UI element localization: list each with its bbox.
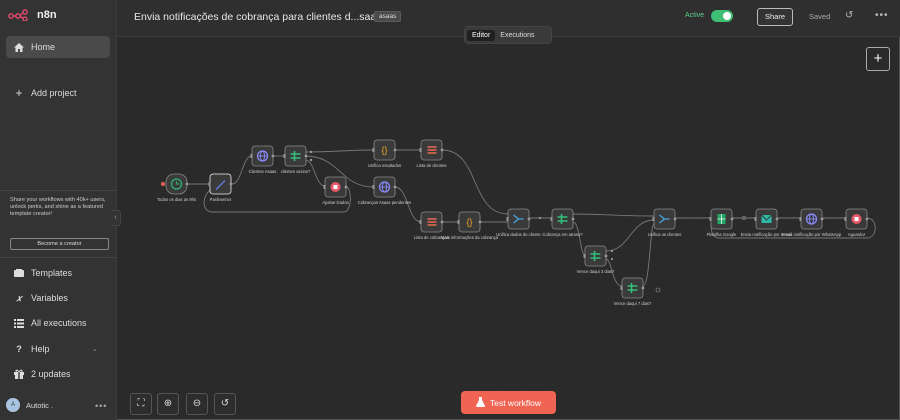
n8n-logo-icon	[8, 9, 28, 21]
node-label: Planilha Google	[707, 232, 737, 237]
stop-icon	[851, 214, 862, 224]
node-lista_cli[interactable]: Lista de clientes	[416, 139, 447, 168]
sidebar-item-label: 2 updates	[31, 369, 71, 379]
code-icon: {}	[381, 145, 387, 155]
node-label: Ajustar Dados	[322, 200, 348, 205]
svg-text:{}: {}	[466, 217, 472, 227]
sidebar-item-home[interactable]: Home	[6, 36, 110, 58]
sidebar-item-label: Variables	[31, 293, 68, 303]
chevron-down-icon: ⌄	[92, 346, 98, 353]
node-stop[interactable]: Aguardar	[844, 208, 869, 237]
node-ajustar[interactable]: Ajustar Dados	[322, 176, 349, 205]
variables-icon: 𝑥	[16, 292, 22, 303]
become-creator-button[interactable]: Become a creator	[10, 238, 109, 250]
node-label: Lista de clientes	[416, 163, 446, 168]
sidebar-item-help[interactable]: ? Help ⌄	[6, 340, 110, 358]
sidebar-item-updates[interactable]: 2 updates	[6, 365, 110, 383]
node-label: clientes vazios?	[281, 169, 311, 174]
user-name: Autotic .	[26, 400, 54, 410]
node-clientes[interactable]: Clientes Asaas	[249, 145, 277, 174]
promo-text: Share your workflows with 40k+ users, un…	[10, 197, 106, 217]
app-logo[interactable]: n8n	[8, 9, 57, 21]
help-icon: ?	[16, 344, 22, 354]
node-label: Parâmetros	[210, 197, 232, 202]
sidebar-item-add-project[interactable]: + Add project	[6, 82, 110, 104]
node-label: Vence daqui 7 dias?	[614, 301, 652, 306]
history-icon[interactable]: ↺	[845, 10, 853, 21]
executions-icon	[13, 318, 25, 328]
node-label: Cobranças Asaas pendentes	[358, 200, 412, 205]
zoom-out-icon[interactable]: ⊖	[186, 393, 208, 415]
sheet-icon	[717, 214, 726, 224]
sidebar-item-variables[interactable]: 𝑥 Variables	[6, 289, 110, 307]
active-toggle[interactable]	[711, 10, 733, 22]
node-label: Cobrança em atraso?	[542, 232, 583, 237]
svg-text:{}: {}	[381, 145, 387, 155]
node-label: Todos os dias as 9hs	[157, 197, 196, 202]
node-label: Unifica resultados	[368, 163, 401, 168]
sidebar-item-label: All executions	[31, 318, 87, 328]
home-icon	[13, 42, 25, 52]
sidebar-item-templates[interactable]: Templates	[6, 264, 110, 282]
share-button[interactable]: Share	[757, 8, 793, 26]
test-workflow-label: Test workflow	[489, 397, 541, 408]
code-icon: {}	[466, 217, 472, 227]
node-label: Mais informações da cobrança	[441, 235, 499, 240]
more-options-icon[interactable]: •••	[875, 10, 889, 21]
add-node-button[interactable]: +	[866, 47, 890, 71]
node-label: Clientes Asaas	[249, 169, 277, 174]
node-params[interactable]: Parâmetros	[208, 173, 233, 202]
flask-icon	[475, 396, 485, 409]
app-name: n8n	[37, 9, 57, 21]
node-label: Unifica os clientes	[648, 232, 682, 237]
saved-status: Saved	[809, 12, 831, 21]
node-label: Envia notificação por WhatsApp	[782, 232, 842, 237]
sidebar-item-label: Add project	[31, 88, 77, 98]
workflow-graph: Todos os dias as 9hs Parâmetros Clientes A…	[117, 37, 900, 420]
workflow-tag[interactable]: asaas	[374, 11, 402, 22]
user-menu[interactable]: A Autotic .	[6, 398, 53, 412]
avatar: A	[6, 398, 20, 412]
node-label: Aguardar	[848, 232, 866, 237]
active-label: Active	[685, 12, 705, 19]
zoom-in-icon[interactable]: ⊕	[157, 393, 179, 415]
reset-zoom-icon[interactable]: ↺	[214, 393, 236, 415]
sidebar-item-executions[interactable]: All executions	[6, 314, 110, 332]
test-workflow-button[interactable]: Test workflow	[461, 391, 556, 414]
stop-icon	[330, 182, 341, 192]
node-label: Vence daqui 3 dias?	[577, 269, 615, 274]
sidebar-item-label: Templates	[31, 268, 73, 278]
sidebar-item-label: Home	[31, 42, 56, 52]
user-options-icon[interactable]: •••	[95, 401, 107, 411]
plus-icon: +	[15, 86, 23, 100]
sidebar: n8n Home + Add project Share your workfl…	[0, 0, 117, 420]
fit-view-icon[interactable]: ⛶	[130, 393, 152, 415]
gift-icon	[13, 369, 25, 379]
mail-icon	[761, 214, 772, 223]
templates-icon	[13, 269, 25, 277]
sidebar-item-label: Help	[31, 344, 50, 354]
creator-promo: Share your workflows with 40k+ users, un…	[0, 190, 116, 258]
workflow-canvas[interactable]: Todos os dias as 9hs Parâmetros Clientes A…	[117, 37, 900, 420]
workflow-title[interactable]: Envia notificações de cobrança para clie…	[134, 11, 381, 23]
node-label: Unifica dados do cliente	[496, 232, 541, 237]
